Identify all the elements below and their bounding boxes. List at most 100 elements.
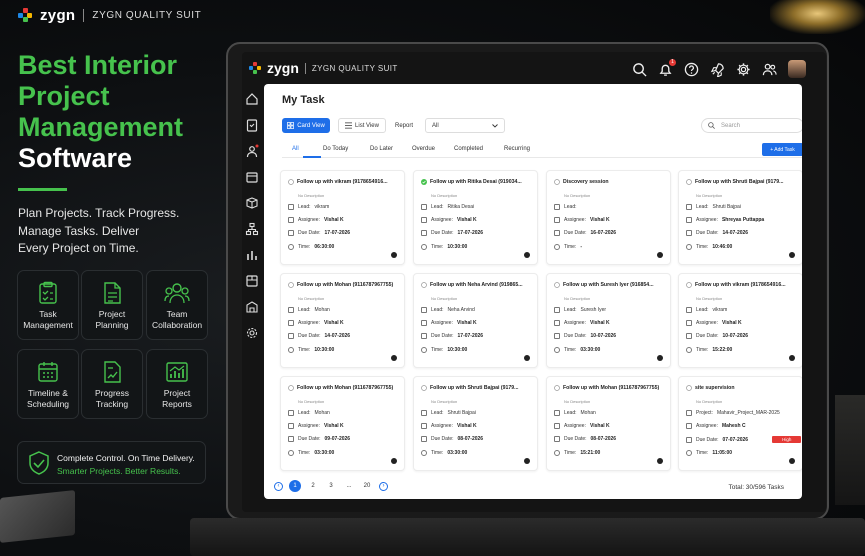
building-icon[interactable] [245,300,259,314]
task-card[interactable]: Follow up with vikram (9178654916... No D… [280,170,405,265]
feature-team-collaboration: Team Collaboration [146,270,208,340]
task-card[interactable]: Follow up with Ritika Desai (919034... No… [413,170,538,265]
feature-label: Project [163,388,191,398]
feature-label: Team [166,309,188,319]
tab-recurring[interactable]: Recurring [504,146,530,152]
search-icon[interactable] [632,62,647,77]
circle-icon[interactable] [421,282,427,288]
gear-icon[interactable] [736,62,751,77]
help-icon[interactable] [684,62,699,77]
clock-icon [421,244,427,250]
circle-icon[interactable] [421,385,427,391]
circle-icon[interactable] [686,282,692,288]
task-card[interactable]: Follow up with Mohan (9116787967755) No D… [280,273,405,368]
org-chart-icon[interactable] [245,222,259,236]
assignee-avatar-icon[interactable] [789,458,795,464]
assignee-avatar-icon[interactable] [657,458,663,464]
settings-icon[interactable] [245,326,259,340]
next-page-button[interactable]: › [379,481,388,491]
circle-icon[interactable] [686,385,692,391]
cta-banner: Complete Control. On Time Delivery. Smar… [17,441,206,484]
circle-icon[interactable] [554,282,560,288]
card-assignee-row: Assignee: Vishal K [554,217,610,223]
add-task-button[interactable]: + Add Task [762,143,802,156]
lead-value: Mohan [580,410,596,416]
task-card[interactable]: Discovery session No Description Lead: Assi… [546,170,671,265]
chevron-down-icon [492,123,498,128]
card-assignee-row: Assignee: Vishal K [421,217,477,223]
page-3[interactable]: 3 [325,480,337,492]
lead-icon [421,410,427,416]
due-value: 09-07-2026 [324,436,351,442]
assignee-avatar-icon[interactable] [391,458,397,464]
zygn-logo-icon [249,62,261,74]
assignee-avatar-icon[interactable] [524,355,530,361]
assignee-avatar-icon[interactable] [391,252,397,258]
report-select[interactable]: All [425,118,505,133]
circle-icon[interactable] [554,179,560,185]
assignee-avatar-icon[interactable] [789,355,795,361]
topbar-actions: 1 [632,58,806,78]
card-lead-row: Lead: Suresh Iyer [554,307,606,313]
user-avatar[interactable] [788,60,806,78]
search-input[interactable]: Search [701,118,802,133]
tab-do-later[interactable]: Do Later [370,146,393,152]
users-icon[interactable] [762,62,777,77]
assignee-avatar-icon[interactable] [391,355,397,361]
brand-divider [83,8,85,22]
card-title-row: Follow up with Shruti Bajpai (9179... [421,385,533,391]
app-brand[interactable]: zygn ZYGN QUALITY SUIT [249,60,398,76]
assignee-avatar-icon[interactable] [524,252,530,258]
report-select-value: All [432,122,439,129]
assignee-avatar-icon[interactable] [657,355,663,361]
task-card[interactable]: Follow up with Mohan (9116787967755) No D… [280,376,405,471]
card-time-row: Time: 03:30:00 [421,450,467,456]
time-value: - [580,244,582,250]
page-20[interactable]: 20 [361,480,373,492]
circle-icon[interactable] [288,282,294,288]
prev-page-button[interactable]: ‹ [274,481,283,491]
rocket-icon[interactable] [710,62,725,77]
tab-all[interactable]: All [292,146,299,152]
task-card[interactable]: Follow up with Suresh Iyer (916854... No … [546,273,671,368]
pagination: ‹ 1 2 3 ... 20 › [274,480,388,492]
tab-completed[interactable]: Completed [454,146,483,152]
task-card[interactable]: site supervision No Description Project: Ma… [678,376,802,471]
home-icon[interactable] [245,92,259,106]
card-time-row: Time: - [554,244,582,250]
box-icon[interactable] [245,196,259,210]
card-lead-row: Lead: [554,204,581,210]
calendar-icon[interactable] [245,170,259,184]
page-1[interactable]: 1 [289,480,301,492]
task-card[interactable]: Follow up with Neha Arvind (919865... No … [413,273,538,368]
page-title: My Task [282,94,325,106]
task-card[interactable]: Follow up with Shruti Bajpai (9179... No … [678,170,802,265]
card-title-row: Follow up with Shruti Bajpai (9179... [686,179,798,185]
assignee-avatar-icon[interactable] [657,252,663,258]
circle-icon[interactable] [288,385,294,391]
check-circle-icon[interactable] [421,179,427,185]
assignee-avatar-icon[interactable] [524,458,530,464]
card-description: No Description [431,193,458,198]
tab-do-today[interactable]: Do Today [323,146,348,152]
chart-icon[interactable] [245,248,259,262]
package-icon[interactable] [245,274,259,288]
tab-overdue[interactable]: Overdue [412,146,435,152]
task-card[interactable]: Follow up with Mohan (9116787967755) No D… [546,376,671,471]
task-card[interactable]: Follow up with vikram (9178654916... No D… [678,273,802,368]
card-view-button[interactable]: Card View [282,118,330,133]
assignee-avatar-icon[interactable] [789,252,795,258]
notifications-button[interactable]: 1 [658,58,676,77]
circle-icon[interactable] [554,385,560,391]
clipboard-icon[interactable] [245,118,259,132]
circle-icon[interactable] [686,179,692,185]
task-card[interactable]: Follow up with Shruti Bajpai (9179... No … [413,376,538,471]
circle-icon[interactable] [288,179,294,185]
list-view-button[interactable]: List View [338,118,386,133]
clock-icon [421,450,427,456]
card-lead-row: Lead: Neha Arvind [421,307,475,313]
lead-label: Lead: [298,307,311,313]
page-2[interactable]: 2 [307,480,319,492]
user-badge-icon[interactable] [245,144,259,158]
assignee-icon [421,320,427,326]
